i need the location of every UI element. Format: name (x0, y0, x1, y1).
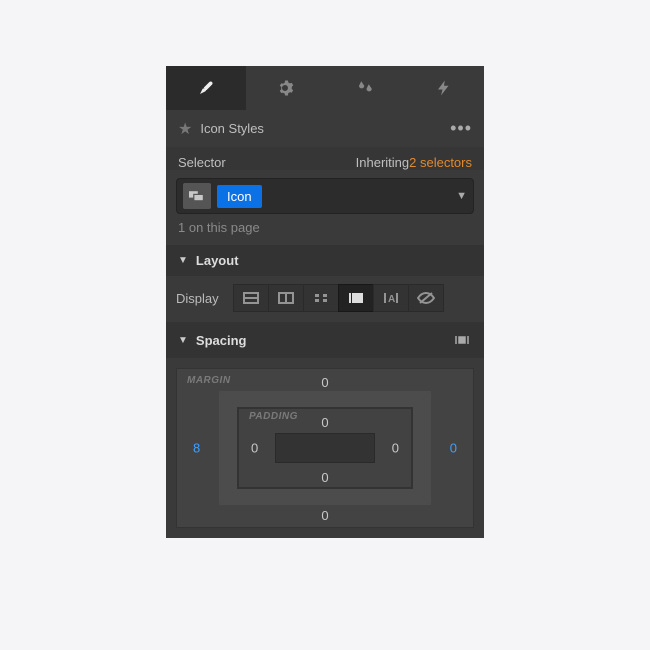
display-inline[interactable]: A (373, 284, 409, 312)
display-row: Display A (166, 276, 484, 322)
droplets-icon (356, 79, 374, 97)
padding-left[interactable]: 0 (251, 441, 258, 456)
inheriting-label: Inheriting (356, 155, 409, 170)
margin-label: MARGIN (187, 375, 231, 386)
display-label: Display (176, 291, 219, 306)
class-title: Icon Styles (200, 121, 264, 136)
content-box (275, 433, 375, 463)
section-label: Spacing (196, 333, 247, 348)
display-buttons: A (233, 284, 444, 312)
class-token[interactable]: Icon (217, 185, 262, 208)
selector-input[interactable]: Icon ▼ (176, 178, 474, 214)
margin-box: MARGIN 0 0 8 0 PADDING 0 0 0 0 (176, 368, 474, 528)
lightning-icon (435, 79, 453, 97)
tab-interactions[interactable] (405, 66, 485, 110)
more-menu[interactable]: ••• (450, 118, 472, 139)
panel-tabs (166, 66, 484, 110)
inline-icon: A (383, 291, 399, 305)
section-label: Layout (196, 253, 239, 268)
section-layout[interactable]: ▼ Layout (166, 245, 484, 276)
flex-icon (278, 291, 294, 305)
state-picker[interactable] (183, 183, 211, 209)
padding-right[interactable]: 0 (392, 441, 399, 456)
brush-icon (197, 79, 215, 97)
expand-icon[interactable] (452, 330, 472, 350)
section-spacing[interactable]: ▼ Spacing (166, 322, 484, 358)
tab-effects[interactable] (325, 66, 405, 110)
inline-block-icon (348, 291, 364, 305)
gear-icon (276, 79, 294, 97)
tab-settings[interactable] (246, 66, 326, 110)
padding-box: PADDING 0 0 0 0 (237, 407, 413, 489)
selector-header: Selector Inheriting 2 selectors (166, 147, 484, 170)
display-inline-block[interactable] (338, 284, 374, 312)
display-none[interactable] (408, 284, 444, 312)
margin-right[interactable]: 0 (450, 441, 457, 456)
margin-left[interactable]: 8 (193, 441, 200, 456)
collapse-icon: ▼ (178, 335, 188, 346)
class-title-row: ★ Icon Styles ••• (166, 110, 484, 147)
eye-off-icon (417, 291, 435, 305)
padding-label: PADDING (249, 411, 298, 422)
margin-bottom[interactable]: 0 (321, 508, 328, 523)
selector-label: Selector (178, 155, 226, 170)
svg-text:A: A (388, 294, 395, 305)
margin-top[interactable]: 0 (321, 375, 328, 390)
selector-icon (189, 189, 205, 203)
collapse-icon: ▼ (178, 255, 188, 266)
padding-top[interactable]: 0 (321, 415, 328, 430)
chevron-down-icon[interactable]: ▼ (456, 190, 467, 202)
padding-bottom[interactable]: 0 (321, 470, 328, 485)
spacing-editor: MARGIN 0 0 8 0 PADDING 0 0 0 0 (166, 358, 484, 538)
display-grid[interactable] (303, 284, 339, 312)
inheriting-link[interactable]: 2 selectors (409, 155, 472, 170)
selector-count: 1 on this page (166, 220, 484, 245)
star-icon: ★ (178, 119, 192, 139)
tab-style[interactable] (166, 66, 246, 110)
grid-icon (313, 291, 329, 305)
style-panel: ★ Icon Styles ••• Selector Inheriting 2 … (166, 66, 484, 538)
display-flex[interactable] (268, 284, 304, 312)
display-block[interactable] (233, 284, 269, 312)
block-icon (243, 291, 259, 305)
